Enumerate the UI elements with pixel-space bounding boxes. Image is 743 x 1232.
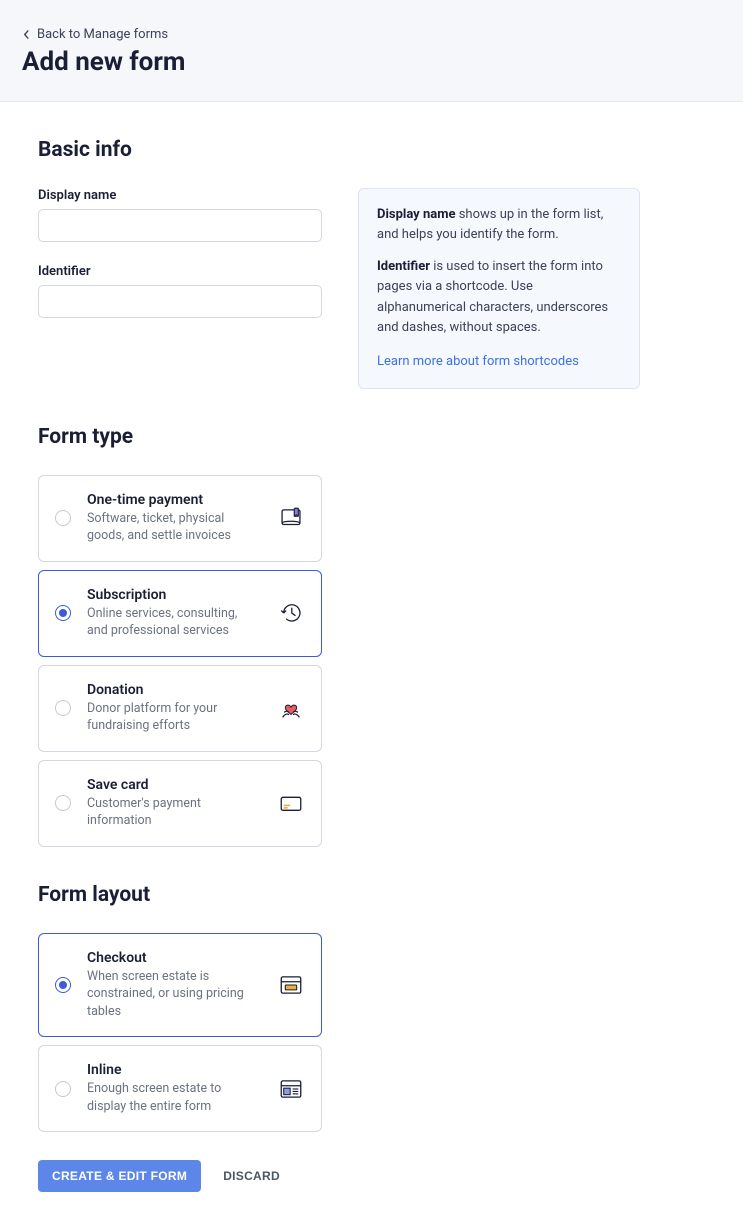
radio-indicator xyxy=(55,510,71,526)
form_type-option-donation[interactable]: Donation Donor platform for your fundrais… xyxy=(38,665,322,752)
actions-row: CREATE & EDIT FORM DISCARD xyxy=(38,1160,705,1192)
option-text: Checkout When screen estate is constraine… xyxy=(87,950,261,1021)
info-identifier-lead: Identifier xyxy=(377,259,430,274)
create-edit-button[interactable]: CREATE & EDIT FORM xyxy=(38,1160,201,1192)
info-identifier-text: Identifier is used to insert the form in… xyxy=(377,257,621,338)
card-icon xyxy=(277,789,305,817)
heart-hands-icon xyxy=(277,694,305,722)
option-title: Inline xyxy=(87,1062,261,1078)
basic-info-title: Basic info xyxy=(38,138,705,162)
option-title: Subscription xyxy=(87,587,261,603)
layout-icon xyxy=(277,1075,305,1103)
form-layout-section: Form layout Checkout When screen estate i… xyxy=(38,883,705,1193)
display-name-label: Display name xyxy=(38,188,322,203)
chevron-left-icon xyxy=(22,30,31,39)
radio-indicator xyxy=(55,1081,71,1097)
radio-indicator xyxy=(55,605,71,621)
option-desc: Donor platform for your fundraising effo… xyxy=(87,700,261,735)
identifier-label: Identifier xyxy=(38,264,322,279)
back-link[interactable]: Back to Manage forms xyxy=(22,27,168,42)
page-title: Add new form xyxy=(22,47,721,77)
form-type-title: Form type xyxy=(38,425,705,449)
book-icon xyxy=(277,504,305,532)
page-header: Back to Manage forms Add new form xyxy=(0,0,743,102)
discard-button[interactable]: DISCARD xyxy=(223,1169,280,1183)
form_type-option-subscription[interactable]: Subscription Online services, consulting,… xyxy=(38,570,322,657)
window-icon xyxy=(277,971,305,999)
option-text: Donation Donor platform for your fundrais… xyxy=(87,682,261,735)
learn-more-link[interactable]: Learn more about form shortcodes xyxy=(377,354,579,369)
option-desc: Enough screen estate to display the enti… xyxy=(87,1080,261,1115)
radio-indicator xyxy=(55,795,71,811)
info-box: Display name shows up in the form list, … xyxy=(358,188,640,389)
option-title: Checkout xyxy=(87,950,261,966)
option-desc: Software, ticket, physical goods, and se… xyxy=(87,510,261,545)
option-text: Save card Customer's payment information xyxy=(87,777,261,830)
form-type-section: Form type One-time payment Software, tick… xyxy=(38,425,705,847)
display-name-input[interactable] xyxy=(38,209,322,242)
form_type-option-save-card[interactable]: Save card Customer's payment information xyxy=(38,760,322,847)
option-desc: Customer's payment information xyxy=(87,795,261,830)
option-title: One-time payment xyxy=(87,492,261,508)
form-layout-title: Form layout xyxy=(38,883,705,907)
form_type-option-one-time-payment[interactable]: One-time payment Software, ticket, physic… xyxy=(38,475,322,562)
back-link-label: Back to Manage forms xyxy=(37,27,168,42)
option-text: Inline Enough screen estate to display th… xyxy=(87,1062,261,1115)
basic-info-section: Basic info Display name Identifier Displ… xyxy=(38,138,705,389)
option-desc: When screen estate is constrained, or us… xyxy=(87,968,261,1021)
radio-indicator xyxy=(55,700,71,716)
form_layout-option-inline[interactable]: Inline Enough screen estate to display th… xyxy=(38,1045,322,1132)
info-display-text: Display name shows up in the form list, … xyxy=(377,205,621,245)
identifier-field-group: Identifier xyxy=(38,264,322,318)
content: Basic info Display name Identifier Displ… xyxy=(0,102,743,1232)
info-display-lead: Display name xyxy=(377,207,455,222)
display-name-field-group: Display name xyxy=(38,188,322,242)
option-desc: Online services, consulting, and profess… xyxy=(87,605,261,640)
option-title: Save card xyxy=(87,777,261,793)
form_layout-option-checkout[interactable]: Checkout When screen estate is constraine… xyxy=(38,933,322,1038)
option-title: Donation xyxy=(87,682,261,698)
option-text: One-time payment Software, ticket, physic… xyxy=(87,492,261,545)
history-icon xyxy=(277,599,305,627)
radio-indicator xyxy=(55,977,71,993)
option-text: Subscription Online services, consulting,… xyxy=(87,587,261,640)
identifier-input[interactable] xyxy=(38,285,322,318)
